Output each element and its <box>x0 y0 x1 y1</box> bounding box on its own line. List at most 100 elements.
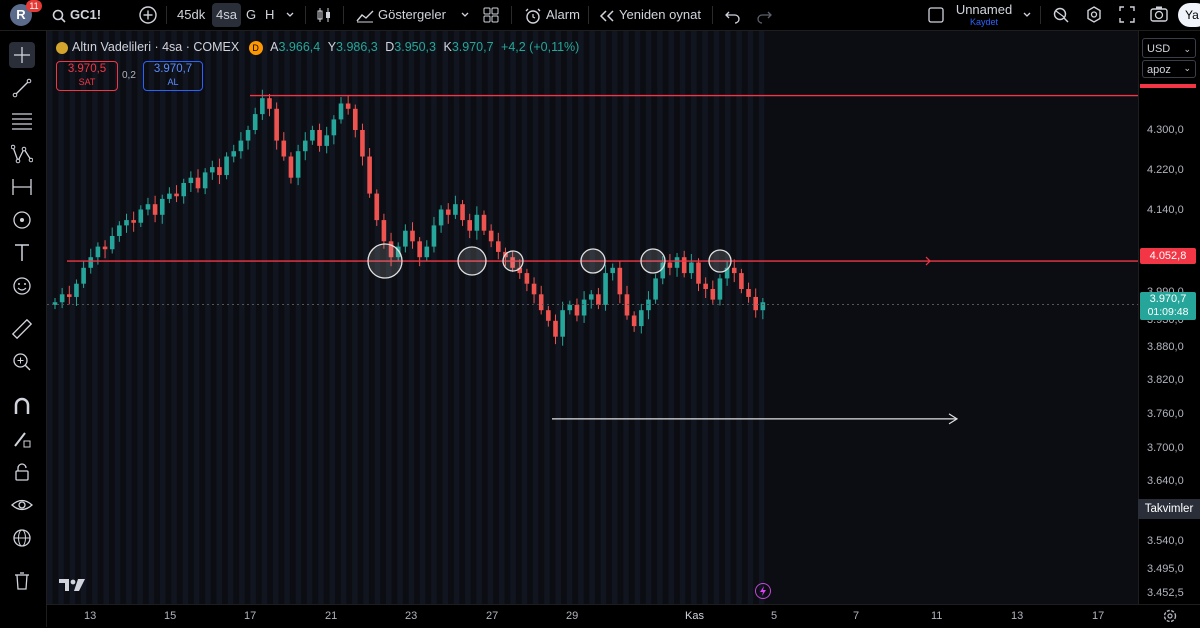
event-marker[interactable] <box>755 583 771 599</box>
undo-button[interactable] <box>725 0 741 30</box>
session-band <box>566 31 573 604</box>
indicators-dropdown[interactable] <box>460 0 470 30</box>
price-label: 3.640,0 <box>1147 475 1184 487</box>
session-band <box>725 31 731 604</box>
time-label: 17 <box>1092 610 1105 622</box>
candle-body <box>546 310 551 321</box>
measure-range-tool[interactable] <box>9 174 35 200</box>
session-band <box>386 31 392 604</box>
pattern-tool[interactable] <box>9 141 35 167</box>
quick-search-button[interactable] <box>1052 0 1070 30</box>
session-band <box>465 31 471 604</box>
session-band <box>92 31 98 604</box>
snapshot-button[interactable] <box>1149 0 1169 30</box>
trendline-tool[interactable] <box>9 75 35 101</box>
magnet-icon <box>14 397 30 414</box>
layout-checkbox[interactable] <box>928 7 944 23</box>
interval-4sa[interactable]: 4sa <box>212 3 241 27</box>
session-band <box>612 31 618 604</box>
chart-type-button[interactable] <box>315 0 333 30</box>
sell-button[interactable]: 3.970,5 SAT <box>56 61 118 91</box>
delete-tool[interactable] <box>9 568 35 594</box>
delayed-badge: D <box>248 40 263 55</box>
tradingview-logo[interactable] <box>58 577 86 593</box>
candle-body <box>274 108 279 141</box>
session-band <box>160 31 166 604</box>
text-t-icon <box>15 244 29 261</box>
ruler-tool[interactable] <box>9 316 35 342</box>
lock-tool[interactable] <box>9 459 35 485</box>
divider <box>305 6 306 24</box>
redo-icon <box>757 11 772 24</box>
object-tree-tool[interactable] <box>9 525 35 551</box>
buy-label: AL <box>167 77 179 87</box>
legend-title[interactable]: Altın Vadelileri · 4sa · COMEX <box>72 40 239 54</box>
avatar-letter: R <box>16 7 26 22</box>
candle-body <box>281 140 287 157</box>
symbol-search-button[interactable]: GC1! <box>52 0 101 30</box>
session-band <box>284 31 290 604</box>
trash-icon <box>15 572 29 590</box>
candle-body <box>731 267 737 274</box>
replay-button[interactable]: Yeniden oynat <box>599 0 701 30</box>
emoji-tool[interactable] <box>9 273 35 299</box>
interval-h[interactable]: H <box>265 0 274 30</box>
projection-tool[interactable] <box>9 207 35 233</box>
fib-tool[interactable] <box>9 108 35 134</box>
compare-add-button[interactable] <box>138 5 158 25</box>
candle-body <box>295 151 301 178</box>
grid-icon <box>483 7 499 23</box>
indicators-button[interactable]: Göstergeler <box>356 0 446 30</box>
visibility-tool[interactable] <box>9 492 35 518</box>
session-band <box>397 31 403 604</box>
magnet-tool[interactable] <box>9 393 35 419</box>
session-band <box>736 31 742 604</box>
layout-name: Unnamed <box>955 2 1013 17</box>
zoom-in-icon <box>13 353 31 371</box>
alarm-label: Alarm <box>546 7 580 22</box>
chart-pane[interactable] <box>47 31 1138 604</box>
candle-body <box>310 130 315 141</box>
time-label: 5 <box>771 610 778 622</box>
interval-dropdown-chevron-icon[interactable] <box>285 0 295 30</box>
session-band <box>295 31 302 604</box>
ohlc-low: 3.950,3 <box>394 40 436 54</box>
candle-body <box>560 310 565 337</box>
time-axis[interactable]: 13 15 17 21 23 27 29 Kas 5 7 11 13 17 <box>47 604 1200 628</box>
time-label: 15 <box>164 610 177 622</box>
settings-button[interactable] <box>1085 0 1103 30</box>
redo-button[interactable] <box>756 0 772 30</box>
session-band <box>679 31 686 604</box>
zoom-tool[interactable] <box>9 349 35 375</box>
session-band <box>103 31 109 604</box>
crosshair-icon <box>14 47 30 63</box>
scale-mode-select[interactable]: apoz ⌄ <box>1142 60 1196 78</box>
fullscreen-button[interactable] <box>1118 0 1136 30</box>
calendars-button[interactable]: Takvimler <box>1138 499 1200 519</box>
candle-body <box>95 246 101 258</box>
candle-body <box>603 273 608 305</box>
candlestick-chart[interactable] <box>47 31 1138 604</box>
camera-icon <box>1150 6 1168 22</box>
ohlc-low-label: D <box>385 40 395 54</box>
text-tool[interactable] <box>9 240 35 266</box>
time-label: 29 <box>566 610 579 622</box>
alarm-button[interactable]: Alarm <box>524 0 580 30</box>
session-band <box>555 31 561 604</box>
layout-name-button[interactable]: Unnamed Kaydet <box>950 3 1018 28</box>
candle-body <box>353 108 358 130</box>
currency-select[interactable]: USD ⌄ <box>1142 38 1196 58</box>
templates-button[interactable] <box>483 0 499 30</box>
candle-body <box>124 220 129 226</box>
session-band <box>47 31 53 604</box>
drawing-mode-tool[interactable] <box>9 426 35 452</box>
candle-body <box>260 98 265 115</box>
layout-dropdown[interactable] <box>1022 0 1032 30</box>
interval-g[interactable]: G <box>246 0 256 30</box>
buy-button[interactable]: 3.970,7 AL <box>143 61 203 91</box>
interval-45dk[interactable]: 45dk <box>177 0 205 30</box>
axis-settings-button[interactable] <box>1162 608 1178 624</box>
publish-button[interactable]: Ya <box>1178 3 1200 27</box>
crosshair-tool[interactable] <box>9 42 35 68</box>
search-icon <box>52 9 66 23</box>
